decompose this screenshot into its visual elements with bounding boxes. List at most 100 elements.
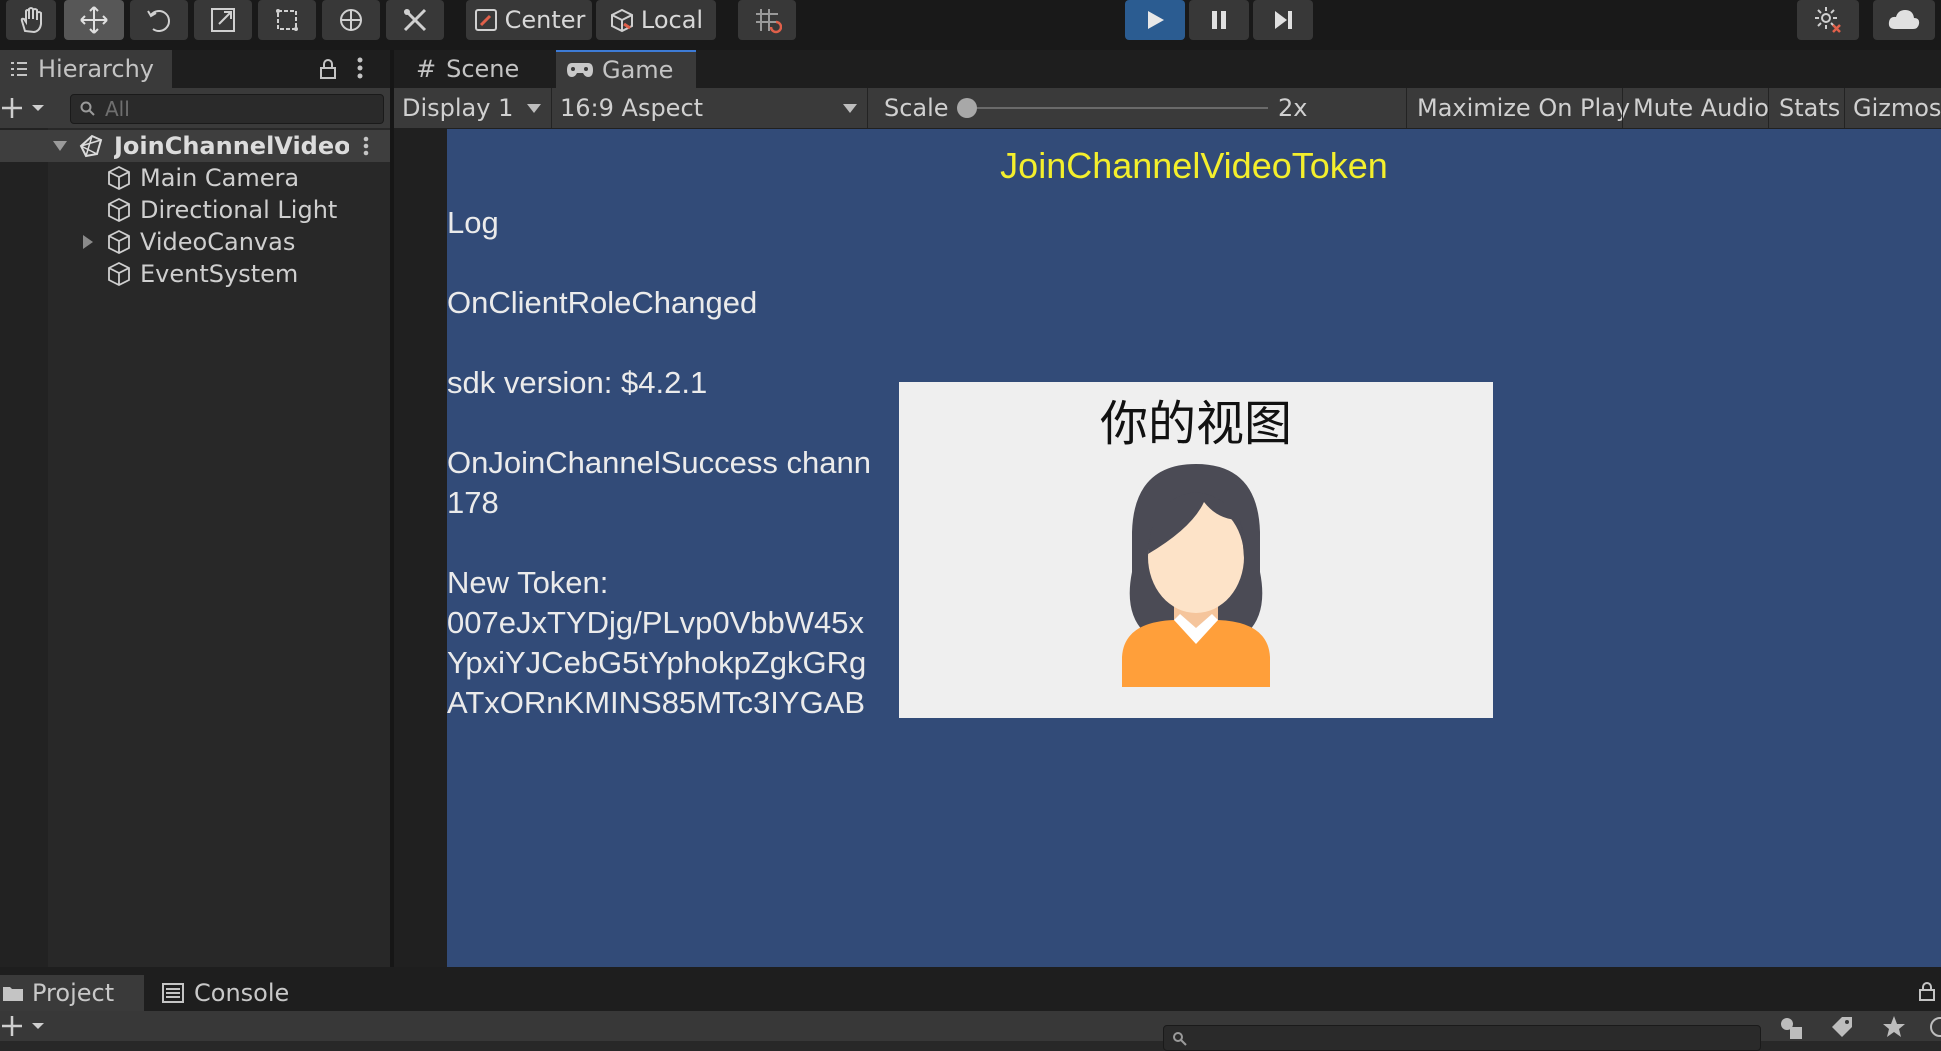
hand-tool-button[interactable] (6, 0, 56, 40)
mute-audio-toggle[interactable]: Mute Audio (1622, 88, 1769, 128)
pivot-local-label: Local (640, 6, 704, 34)
aspect-dropdown[interactable]: 16:9 Aspect (552, 88, 868, 128)
tab-game[interactable]: Game (556, 50, 696, 88)
hierarchy-item-label: EventSystem (140, 260, 299, 288)
hierarchy-item-label: Directional Light (140, 196, 338, 224)
plus-icon (2, 1016, 44, 1036)
tab-hierarchy-label: Hierarchy (38, 55, 155, 83)
chevron-down-icon (527, 104, 541, 113)
cloud-icon (1888, 10, 1920, 29)
list-icon (11, 62, 27, 76)
cloud-button[interactable] (1873, 0, 1935, 40)
hierarchy-panel: Hierarchy All JoinChannelVideoTc (0, 50, 390, 967)
hierarchy-tabbar: Hierarchy (0, 50, 390, 88)
rotate-tool-button[interactable] (130, 0, 188, 40)
tab-scene[interactable]: # Scene (406, 50, 556, 88)
hierarchy-item-label: Main Camera (140, 164, 300, 192)
collab-button[interactable] (1797, 0, 1859, 40)
pause-button[interactable] (1189, 0, 1249, 40)
scene-kebab-icon[interactable] (362, 135, 370, 157)
stats-label: Stats (1779, 94, 1841, 122)
tab-hierarchy[interactable]: Hierarchy (0, 50, 172, 88)
maximize-on-play-toggle[interactable]: Maximize On Play (1406, 88, 1630, 128)
step-icon (1275, 11, 1292, 29)
scale-value: 2x (1278, 94, 1308, 122)
scale-control: Scale 2x (874, 88, 1326, 128)
transform-tool-button[interactable] (322, 0, 380, 40)
demo-title: JoinChannelVideoToken (1000, 145, 1388, 186)
unity-scene-icon (78, 133, 104, 159)
your-view-label: 你的视图 (1099, 396, 1292, 452)
tab-console[interactable]: Console (162, 975, 302, 1011)
tab-project[interactable]: Project (0, 975, 144, 1011)
gamepad-icon (567, 63, 593, 77)
grid-snap-icon (756, 9, 782, 34)
tab-scene-label: Scene (446, 55, 520, 83)
tools-icon (403, 8, 427, 32)
game-panel: # Scene Game Display 1 16:9 Aspect Scale… (394, 50, 1941, 967)
pivot-center-label: Center (504, 6, 586, 34)
move-tool-button[interactable] (64, 0, 124, 40)
scale-tool-button[interactable] (194, 0, 252, 40)
rect-tool-button[interactable] (258, 0, 316, 40)
console-icon (162, 983, 184, 1003)
rotate-icon (147, 10, 170, 32)
rect-transform-icon (276, 9, 298, 31)
pivot-local-button[interactable]: Local (596, 0, 716, 40)
hierarchy-item-main-camera[interactable]: Main Camera (0, 162, 390, 194)
sun-sparkle-icon (1815, 7, 1841, 33)
hierarchy-root-scene[interactable]: JoinChannelVideoTc (0, 130, 390, 162)
search-icon (1173, 1032, 1187, 1046)
pivot-icon (474, 9, 497, 31)
hierarchy-item-video-canvas[interactable]: VideoCanvas (0, 226, 390, 258)
play-button[interactable] (1125, 0, 1185, 40)
favorites-star-icon[interactable] (1882, 1015, 1906, 1043)
collapsed-arrow-icon[interactable] (82, 234, 94, 250)
tab-project-label: Project (32, 979, 115, 1007)
hierarchy-item-label: VideoCanvas (140, 228, 296, 256)
gameobject-cube-icon (106, 197, 132, 223)
gameobject-cube-icon (106, 165, 132, 191)
lock-icon[interactable] (318, 58, 338, 84)
filter-by-label-icon[interactable] (1830, 1015, 1854, 1043)
gameobject-cube-icon (106, 261, 132, 287)
cube-local-icon (610, 8, 633, 33)
custom-tools-button[interactable] (386, 0, 444, 40)
woman-avatar-icon (1122, 464, 1270, 687)
gizmos-toggle[interactable]: Gizmos (1844, 88, 1941, 128)
hierarchy-item-event-system[interactable]: EventSystem (0, 258, 390, 290)
display-dropdown[interactable]: Display 1 (394, 88, 552, 128)
hierarchy-toolbar: All (0, 88, 390, 128)
stats-toggle[interactable]: Stats (1768, 88, 1844, 128)
scene-name: JoinChannelVideoTc (114, 132, 349, 160)
game-toolbar: Display 1 16:9 Aspect Scale 2x Maximize … (394, 88, 1941, 128)
project-search-input[interactable] (1163, 1025, 1761, 1051)
gizmos-label: Gizmos (1853, 94, 1941, 122)
mute-label: Mute Audio (1633, 94, 1769, 122)
search-placeholder: All (105, 97, 130, 121)
gameobject-cube-icon (106, 229, 132, 255)
scale-label: Scale (884, 94, 949, 122)
tab-game-label: Game (602, 56, 674, 84)
step-button[interactable] (1253, 0, 1313, 40)
scale-slider-handle[interactable] (957, 98, 977, 118)
plus-icon (2, 98, 44, 118)
grid-snap-button[interactable] (738, 0, 796, 40)
game-viewport[interactable]: JoinChannelVideoToken Log OnClientRoleCh… (447, 129, 1941, 967)
local-video-view: 你的视图 (899, 382, 1493, 718)
bottom-lock-icon[interactable] (1918, 981, 1936, 1005)
hidden-packages-icon[interactable] (1928, 1015, 1941, 1043)
project-add-button[interactable] (2, 1015, 48, 1041)
kebab-menu-icon[interactable] (356, 56, 364, 84)
add-dropdown-button[interactable] (2, 96, 48, 124)
maximize-label: Maximize On Play (1417, 94, 1631, 122)
pause-icon (1212, 11, 1226, 29)
bottom-panel: Project Console (0, 967, 1941, 1051)
scale-slider-track[interactable] (964, 107, 1268, 109)
expanded-arrow-icon[interactable] (52, 140, 68, 152)
chevron-down-icon (843, 104, 857, 113)
folder-icon (3, 987, 23, 1001)
hierarchy-item-directional-light[interactable]: Directional Light (0, 194, 390, 226)
pivot-center-button[interactable]: Center (466, 0, 592, 40)
hierarchy-search-input[interactable]: All (70, 94, 384, 124)
